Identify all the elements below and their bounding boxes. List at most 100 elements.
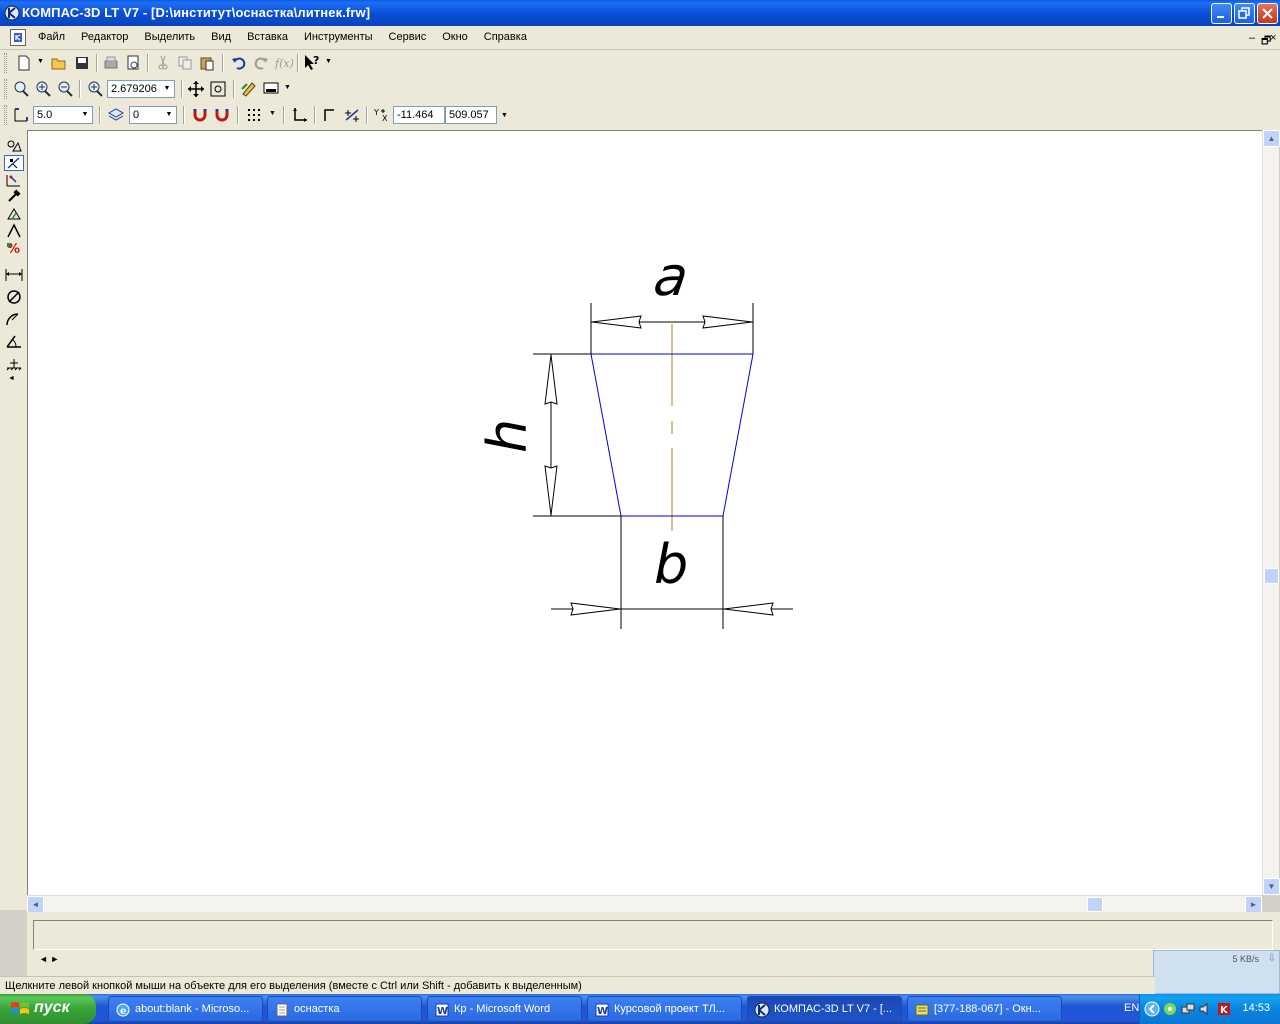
- edit-tools-button[interactable]: [4, 155, 24, 171]
- dimension-lines-button[interactable]: [4, 223, 24, 239]
- coordinates-dropdown-arrow[interactable]: ▼: [501, 112, 508, 119]
- antivirus-tray-icon[interactable]: [1162, 1001, 1178, 1017]
- kaspersky-tray-icon[interactable]: K: [1216, 1001, 1232, 1017]
- start-button[interactable]: пуск: [0, 994, 96, 1024]
- menu-edit[interactable]: Редактор: [73, 26, 136, 50]
- taskbar-item-icq[interactable]: [377-188-067] - Окн...: [907, 996, 1062, 1022]
- language-indicator[interactable]: EN: [1124, 1002, 1139, 1014]
- document-icon[interactable]: [10, 29, 26, 46]
- paste-button[interactable]: [197, 53, 217, 73]
- menu-help[interactable]: Справка: [476, 26, 535, 50]
- global-snap-button[interactable]: [212, 105, 232, 125]
- attributes-button[interactable]: %: [4, 240, 24, 257]
- redo-button[interactable]: [251, 53, 271, 73]
- drawing-canvas[interactable]: a h b: [27, 130, 1262, 895]
- zoom-out-button[interactable]: [55, 79, 75, 99]
- menu-tools[interactable]: Инструменты: [296, 26, 381, 50]
- display-mode-button[interactable]: [261, 79, 281, 99]
- local-cs-button[interactable]: [290, 105, 310, 125]
- menu-file[interactable]: Файл: [30, 26, 73, 50]
- close-button[interactable]: [1257, 3, 1278, 24]
- cursor-snap-button[interactable]: [342, 105, 362, 125]
- ie-icon: e: [116, 1003, 130, 1017]
- layers-button[interactable]: [106, 105, 126, 125]
- scroll-right-button[interactable]: ►: [1245, 896, 1262, 913]
- angular-dimension-button[interactable]: [4, 333, 24, 349]
- taskbar-item-folder[interactable]: оснастка: [267, 996, 422, 1022]
- grid-button[interactable]: [244, 105, 264, 125]
- zoom-window-button[interactable]: [11, 79, 31, 99]
- context-help-button[interactable]: ?: [302, 53, 322, 73]
- undo-button[interactable]: [229, 53, 249, 73]
- print-preview-button[interactable]: [123, 53, 143, 73]
- taskbar-item-kompas[interactable]: КОМПАС-3D LT V7 - [...: [747, 996, 902, 1022]
- new-document-button[interactable]: [14, 53, 34, 73]
- menu-view[interactable]: Вид: [203, 26, 239, 50]
- chevron-down-icon[interactable]: ▼: [160, 81, 174, 97]
- menu-window[interactable]: Окно: [434, 26, 476, 50]
- maximize-button[interactable]: [1234, 3, 1255, 24]
- selection-button[interactable]: [4, 206, 24, 222]
- scroll-left-button[interactable]: ◄: [27, 896, 44, 913]
- zoom-scale-button[interactable]: [85, 79, 105, 99]
- volume-tray-icon[interactable]: [1198, 1001, 1214, 1017]
- minimize-button[interactable]: [1211, 3, 1232, 24]
- cursor-y-field[interactable]: 509.057: [445, 106, 497, 124]
- horizontal-scroll-thumb[interactable]: [1087, 897, 1103, 912]
- open-button[interactable]: [49, 53, 69, 73]
- menu-service[interactable]: Сервис: [381, 26, 435, 50]
- chevron-down-icon[interactable]: ▼: [162, 107, 176, 123]
- cursor-x-field[interactable]: -11.464: [393, 106, 445, 124]
- show-all-button[interactable]: [208, 79, 228, 99]
- network-tray-icon[interactable]: [1180, 1001, 1196, 1017]
- vertical-scroll-thumb[interactable]: [1264, 568, 1279, 584]
- pan-button[interactable]: [186, 79, 206, 99]
- ortho-button[interactable]: [320, 105, 340, 125]
- step-button[interactable]: [11, 105, 31, 125]
- new-dropdown-arrow[interactable]: ▼: [37, 58, 44, 65]
- step-combo[interactable]: 5.0 ▼: [33, 106, 93, 124]
- panel-scroll-arrow[interactable]: ◄: [8, 375, 15, 382]
- scroll-up-button[interactable]: ▲: [1263, 130, 1280, 147]
- cursor-coordinates-button[interactable]: YX: [372, 105, 392, 125]
- grid-dropdown-arrow[interactable]: ▼: [269, 110, 276, 117]
- display-dropdown-arrow[interactable]: ▼: [284, 84, 291, 91]
- scroll-down-button[interactable]: ▼: [1263, 878, 1280, 895]
- linear-dimension-button[interactable]: [4, 267, 24, 283]
- toolbar-grip[interactable]: [4, 53, 7, 73]
- mdi-minimize-button[interactable]: –: [1249, 32, 1255, 44]
- dimension-h[interactable]: [533, 353, 621, 517]
- function-button[interactable]: f(x): [273, 53, 294, 73]
- mdi-close-button[interactable]: ×: [1270, 32, 1276, 44]
- vertical-scrollbar[interactable]: ▲ ▼: [1262, 130, 1280, 895]
- title-bar[interactable]: КОМПАС-3D LT V7 - [D:\институт\оснастка\…: [0, 0, 1280, 26]
- help-dropdown-arrow[interactable]: ▼: [325, 58, 332, 65]
- diameter-dimension-button[interactable]: [4, 289, 24, 305]
- geometry-tools-button[interactable]: [4, 138, 24, 154]
- taskbar-item-word-course[interactable]: W Курсовой проект ТЛ...: [587, 996, 742, 1022]
- zoom-scale-combo[interactable]: 2.679206 ▼: [107, 80, 175, 98]
- tray-expand-icon[interactable]: [1144, 1001, 1160, 1017]
- toolbar-grip[interactable]: [4, 105, 7, 125]
- taskbar-item-word-kr[interactable]: W Кр - Microsoft Word: [427, 996, 582, 1022]
- taskbar-item-ie[interactable]: e about:blank - Microso...: [108, 996, 263, 1022]
- zoom-in-button[interactable]: [33, 79, 53, 99]
- parametrization-button[interactable]: [4, 172, 24, 188]
- menu-select[interactable]: Выделить: [136, 26, 203, 50]
- measure-button[interactable]: [4, 189, 24, 205]
- radius-dimension-button[interactable]: [4, 311, 24, 327]
- copy-button[interactable]: [175, 53, 195, 73]
- print-button[interactable]: [101, 53, 121, 73]
- roughness-button[interactable]: [4, 355, 24, 371]
- chevron-down-icon[interactable]: ▼: [78, 107, 92, 123]
- menu-insert[interactable]: Вставка: [239, 26, 296, 50]
- layer-combo[interactable]: 0 ▼: [129, 106, 177, 124]
- cut-button[interactable]: [153, 53, 173, 73]
- panel-nav-arrows[interactable]: ◄ ►: [39, 954, 59, 964]
- local-snap-button[interactable]: [190, 105, 210, 125]
- horizontal-scrollbar[interactable]: ◄ ►: [27, 895, 1262, 913]
- network-speed: 5 KB/s: [1232, 954, 1259, 964]
- toolbar-grip[interactable]: [4, 79, 7, 99]
- save-button[interactable]: [72, 53, 92, 73]
- refresh-button[interactable]: [239, 79, 259, 99]
